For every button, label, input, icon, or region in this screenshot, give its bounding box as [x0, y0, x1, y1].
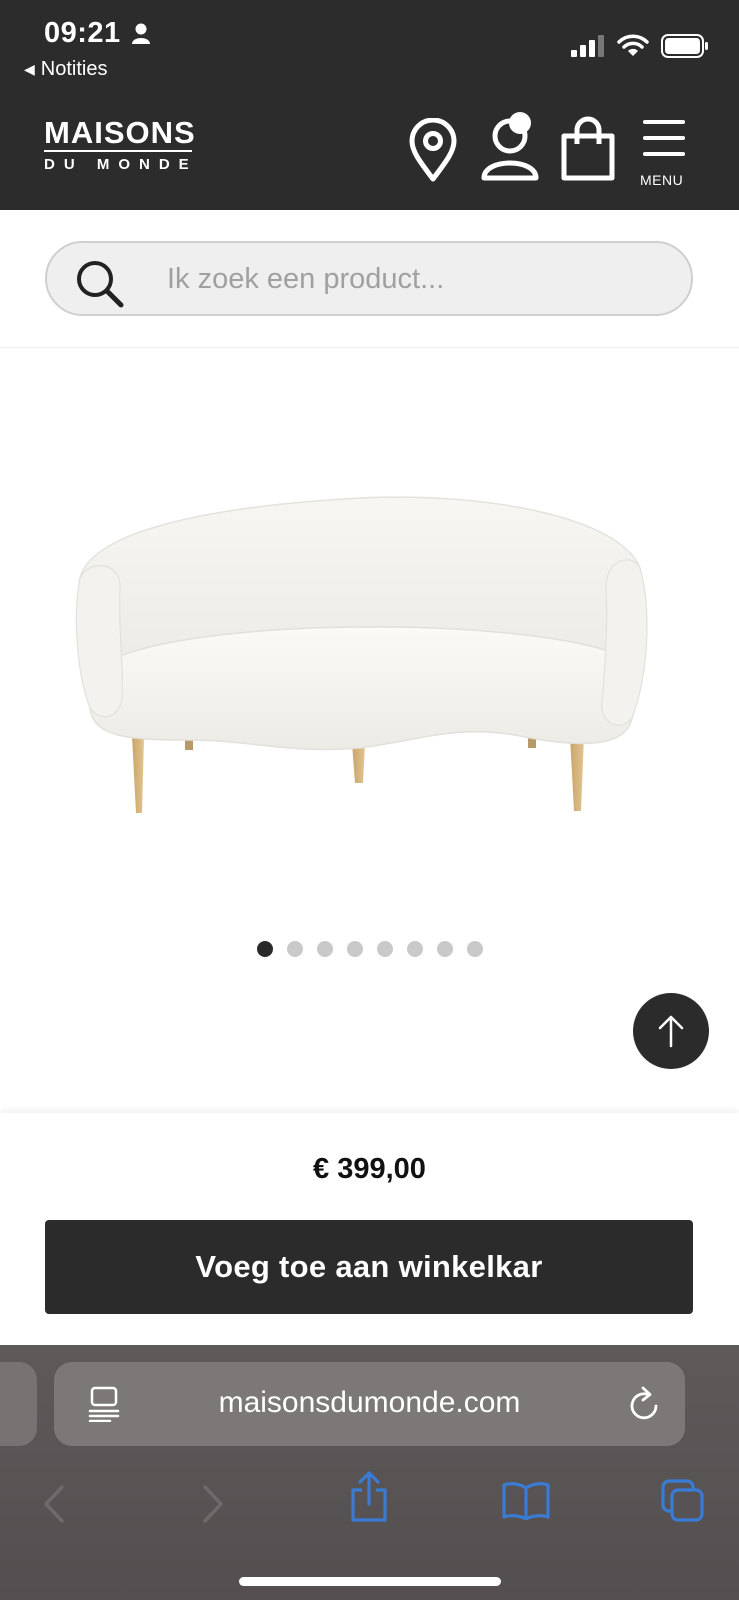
purchase-panel: € 399,00 Voeg toe aan winkelkar: [0, 1113, 739, 1345]
previous-tab-stub[interactable]: [0, 1362, 37, 1446]
arrow-up-icon: [658, 1015, 684, 1048]
address-bar[interactable]: maisonsdumonde.com: [54, 1362, 685, 1446]
shopping-bag-icon[interactable]: [560, 116, 616, 182]
brand-logo[interactable]: MAISONS DU MONDE: [44, 115, 198, 173]
reload-icon[interactable]: [628, 1386, 662, 1422]
carousel-dot[interactable]: [376, 941, 393, 957]
location-pin-icon[interactable]: [408, 118, 458, 182]
forward-arrow-icon[interactable]: [201, 1484, 225, 1524]
wifi-icon: [617, 34, 649, 56]
signal-icon: [571, 35, 604, 57]
browser-toolbar: maisonsdumonde.com: [0, 1345, 739, 1600]
carousel-dot[interactable]: [406, 941, 423, 957]
share-icon[interactable]: [349, 1470, 389, 1524]
back-triangle-icon: ◀: [24, 61, 35, 77]
search-input[interactable]: [167, 261, 647, 297]
top-bar: 09:21 ◀ Notities MAISONS DU MONDE MENU: [0, 0, 739, 210]
search-box[interactable]: [45, 241, 693, 316]
scroll-to-top-button[interactable]: [633, 993, 709, 1069]
tabs-icon[interactable]: [660, 1478, 706, 1524]
hamburger-menu-icon[interactable]: [641, 118, 687, 160]
logo-line1: MAISONS: [44, 115, 196, 150]
add-to-cart-button[interactable]: Voeg toe aan winkelkar: [45, 1220, 693, 1314]
carousel-dot[interactable]: [316, 941, 333, 957]
battery-icon: [661, 34, 708, 58]
product-gallery[interactable]: [0, 348, 739, 1113]
person-icon: [132, 23, 150, 44]
account-icon[interactable]: [480, 110, 544, 182]
browser-nav-row: [0, 1470, 739, 1540]
carousel-dot[interactable]: [346, 941, 363, 957]
logo-rule: [44, 150, 192, 152]
logo-line2: DU MONDE: [44, 156, 198, 173]
status-time: 09:21: [44, 17, 121, 49]
carousel-dot[interactable]: [256, 941, 273, 957]
carousel-dots[interactable]: [0, 941, 739, 957]
menu-label[interactable]: MENU: [640, 172, 683, 188]
product-price: € 399,00: [313, 1153, 426, 1185]
url-text: maisonsdumonde.com: [218, 1386, 521, 1419]
status-icons: [571, 34, 709, 58]
bookmarks-icon[interactable]: [501, 1480, 551, 1520]
carousel-dot[interactable]: [466, 941, 483, 957]
home-indicator[interactable]: [239, 1577, 501, 1586]
back-to-app-label: Notities: [40, 58, 108, 80]
back-arrow-icon[interactable]: [42, 1484, 66, 1524]
search-icon[interactable]: [75, 259, 125, 309]
search-section: [0, 210, 739, 348]
carousel-dot[interactable]: [436, 941, 453, 957]
sofa-image: [75, 496, 648, 813]
back-to-app-link[interactable]: ◀ Notities: [24, 58, 107, 81]
carousel-dot[interactable]: [286, 941, 303, 957]
